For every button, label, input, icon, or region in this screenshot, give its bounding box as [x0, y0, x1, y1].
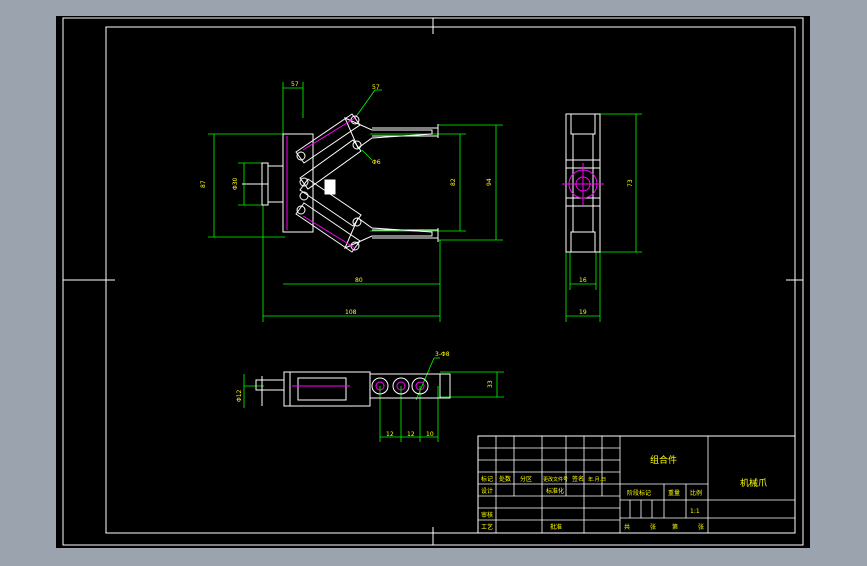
dim-top-rod: Φ12 [236, 389, 243, 402]
dim-front-top: 57 [291, 81, 299, 88]
dim-front-inner-span: 82 [450, 178, 457, 186]
dim-side-base-width: 19 [579, 309, 587, 316]
dim-top-pitch-c: 10 [426, 431, 434, 438]
drawing-sheet[interactable] [56, 16, 810, 548]
label-scale: 比例 [690, 489, 702, 497]
dim-top-pitch-b: 12 [407, 431, 415, 438]
header-mark: 标记 [481, 475, 493, 483]
dim-top-jaw-height: 33 [487, 380, 494, 388]
drawing-name: 机械爪 [740, 477, 767, 489]
dim-side-lower-width: 16 [579, 277, 587, 284]
header-signature: 签名 [572, 475, 584, 483]
label-sheet-no: 第 [672, 523, 678, 531]
label-sheets-unit-b: 张 [698, 523, 704, 531]
header-date: 年.月.日 [588, 476, 606, 483]
front-center-block [324, 179, 336, 195]
dim-front-outer-span: 94 [486, 178, 493, 186]
header-zone: 分区 [520, 475, 532, 483]
label-review: 审核 [481, 511, 493, 519]
dim-front-pin: Φ6 [372, 159, 381, 166]
cad-viewport[interactable]: 57 57 Φ6 87 Φ30 82 94 80 108 73 16 19 3-… [0, 0, 867, 562]
header-change-doc: 更改文件号 [543, 476, 568, 483]
label-design: 设计 [481, 487, 493, 495]
label-sheets-total: 共 [624, 523, 630, 531]
dim-front-left-height: 87 [200, 180, 207, 188]
dim-top-holes-note: 3-Φ8 [435, 351, 450, 358]
dim-side-height: 73 [627, 179, 634, 187]
dim-front-link-upper: 57 [372, 84, 380, 91]
dim-top-pitch-a: 12 [386, 431, 394, 438]
dim-front-total-length: 108 [345, 309, 357, 316]
label-approve: 批准 [550, 523, 562, 531]
assembly-label: 组合件 [650, 454, 677, 466]
label-stage-mark: 阶段标记 [627, 489, 651, 497]
value-scale: 1:1 [690, 508, 700, 515]
assembly-drawing: 57 57 Φ6 87 Φ30 82 94 80 108 73 16 19 3-… [0, 0, 867, 562]
label-sheets-unit-a: 张 [650, 523, 656, 531]
dim-front-width: 80 [355, 277, 363, 284]
label-standardize: 标准化 [546, 487, 564, 495]
dim-front-cylinder: Φ30 [232, 177, 239, 190]
label-process: 工艺 [481, 523, 493, 531]
header-count: 处数 [499, 475, 511, 483]
label-weight: 重量 [668, 489, 680, 497]
